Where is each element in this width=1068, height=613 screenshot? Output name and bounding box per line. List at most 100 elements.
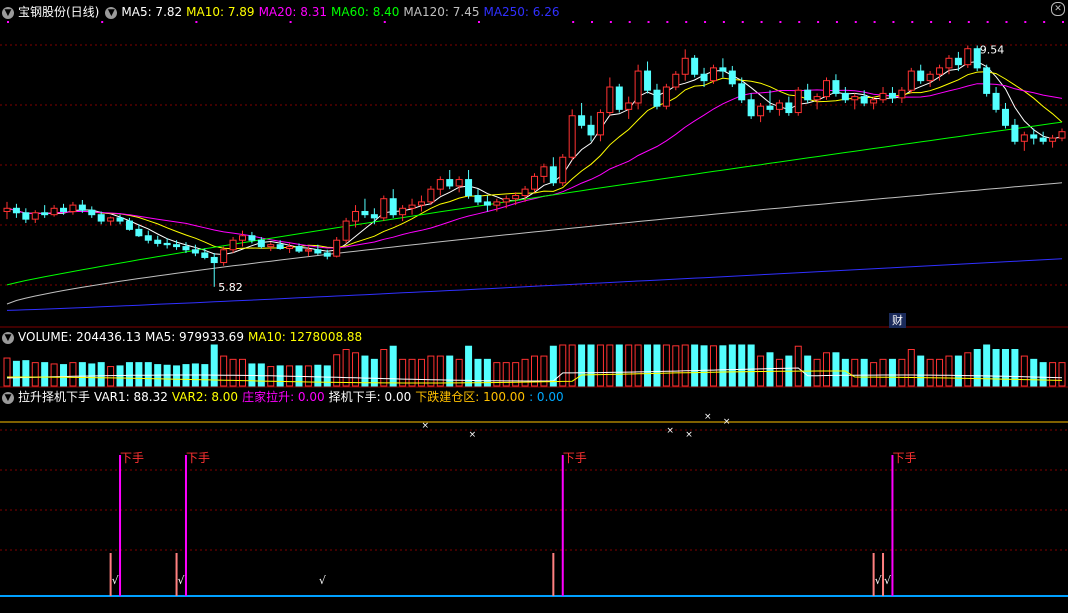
volume-bar xyxy=(700,345,708,387)
candle-body xyxy=(436,179,444,190)
candle-body xyxy=(69,204,77,212)
volume-bar xyxy=(926,358,934,387)
candle-body xyxy=(323,252,331,257)
volume-bar xyxy=(728,344,736,387)
cross-mark: × xyxy=(704,412,712,422)
volume-bar xyxy=(229,358,237,387)
signal-bar xyxy=(891,455,894,596)
volume-bar xyxy=(361,355,369,387)
top-marker xyxy=(967,21,970,23)
collapse-icon[interactable]: ▼ xyxy=(2,331,14,344)
candle-body xyxy=(116,217,124,222)
candle-body xyxy=(936,67,944,75)
volume-bar xyxy=(50,363,58,387)
volume-bar xyxy=(549,345,557,387)
price-panel-header: ▼ 宝钢股份(日线) ▼ MA5: 7.82 MA10: 7.89 MA20: 8.31 M… xyxy=(0,4,564,20)
volume-bar xyxy=(304,365,312,387)
xdjc-label: 下跌建仓区: 100.00 xyxy=(415,390,526,404)
candle-body xyxy=(813,96,821,101)
cross-mark: × xyxy=(723,417,731,427)
candle-body xyxy=(653,89,661,107)
candle-body xyxy=(191,249,199,254)
candle-body xyxy=(370,214,378,219)
volume-label: VOLUME: 204436.13 xyxy=(18,330,141,344)
candle-body xyxy=(672,73,680,88)
volume-bar xyxy=(738,344,746,387)
candle-body xyxy=(446,179,454,187)
top-marker xyxy=(101,21,104,23)
volume-bar xyxy=(427,355,435,387)
top-marker xyxy=(854,21,857,23)
volume-bar xyxy=(917,355,925,387)
candle-body xyxy=(983,67,991,94)
collapse-icon[interactable]: ▼ xyxy=(105,6,118,19)
top-marker xyxy=(986,21,989,23)
candle-body xyxy=(229,239,237,251)
volume-bar xyxy=(248,363,256,387)
candle-body xyxy=(314,249,322,254)
candle-body xyxy=(738,83,746,101)
volume-panel-header: ▼ VOLUME: 204436.13 MA5: 979933.69 MA10: 12… xyxy=(0,329,366,345)
kline-chart[interactable]: 9.545.82下手下手下手下手下手√√√√√√√√×××××× xyxy=(0,0,1068,613)
volume-bar xyxy=(794,345,802,387)
top-marker xyxy=(760,21,763,23)
volume-bar xyxy=(144,362,152,387)
volume-bar xyxy=(12,360,20,387)
volume-bar xyxy=(125,362,133,387)
top-marker xyxy=(779,21,782,23)
collapse-icon[interactable]: ▼ xyxy=(2,391,14,404)
volume-bar xyxy=(163,364,171,387)
collapse-icon[interactable]: ▼ xyxy=(2,6,14,19)
volume-bar xyxy=(578,344,586,387)
candle-body xyxy=(50,207,58,216)
volume-bar xyxy=(333,354,341,387)
candle-body xyxy=(794,89,802,114)
ma20-label: MA20: 8.31 xyxy=(258,5,327,19)
candle-body xyxy=(907,70,915,91)
candle-body xyxy=(22,212,30,220)
volume-bar xyxy=(766,352,774,387)
candle-body xyxy=(3,207,11,212)
ma60-label: MA60: 8.40 xyxy=(331,5,400,19)
candle-body xyxy=(31,212,39,220)
volume-bar xyxy=(88,363,96,387)
finance-badge[interactable]: 财 xyxy=(889,313,906,328)
candle-body xyxy=(681,57,689,75)
candle-body xyxy=(898,89,906,99)
extra-label: : 0.00 xyxy=(529,390,564,404)
top-marker xyxy=(798,21,801,23)
candle-body xyxy=(201,252,209,258)
low-price-label: 5.82 xyxy=(218,281,243,294)
close-icon[interactable]: ✕ xyxy=(1051,2,1065,16)
signal-label: 下手 xyxy=(120,451,144,465)
top-marker xyxy=(1043,21,1046,23)
candle-body xyxy=(568,115,576,158)
candle-body xyxy=(587,124,595,136)
check-mark: √ xyxy=(884,574,892,587)
volume-bar xyxy=(173,365,181,387)
volume-bar xyxy=(709,345,717,387)
candle-body xyxy=(917,70,925,82)
candle-body xyxy=(860,96,868,104)
volume-bar xyxy=(1049,362,1057,387)
candle-body xyxy=(389,198,397,216)
candle-body xyxy=(276,244,284,250)
volume-bar xyxy=(1020,355,1028,387)
candle-body xyxy=(531,175,538,190)
volume-bar xyxy=(973,349,981,387)
candle-body xyxy=(257,239,265,248)
volume-bar xyxy=(615,344,623,387)
candle-body xyxy=(182,246,190,251)
volume-bar xyxy=(851,358,859,387)
volume-bar xyxy=(417,358,425,387)
volume-bar xyxy=(634,344,642,387)
top-marker xyxy=(1062,21,1064,23)
top-marker xyxy=(383,21,386,23)
volume-bar xyxy=(870,362,878,387)
candle-body xyxy=(248,235,256,241)
candle-body xyxy=(342,220,350,241)
candle-body xyxy=(60,207,68,212)
candle-body xyxy=(926,73,934,82)
top-marker xyxy=(628,21,631,23)
candle-body xyxy=(135,228,143,237)
